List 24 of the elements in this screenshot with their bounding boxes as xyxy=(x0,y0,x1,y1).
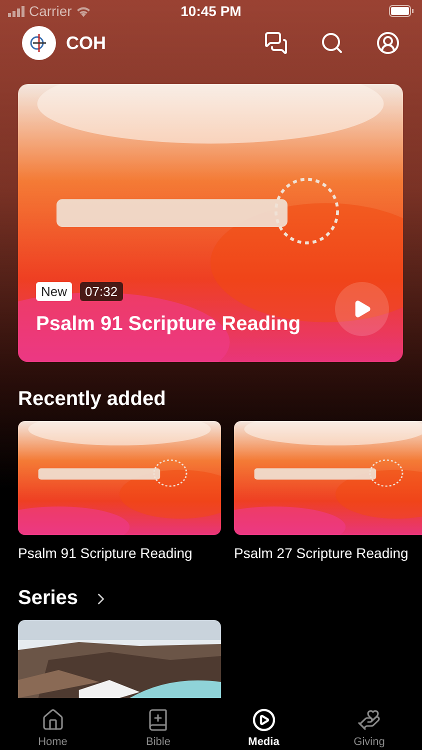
section-title: Series xyxy=(18,587,78,610)
home-icon xyxy=(40,708,65,732)
wifi-icon xyxy=(76,6,91,16)
video-title[interactable]: Psalm 91 Scripture Reading xyxy=(18,545,221,561)
signal-icon xyxy=(8,6,25,16)
video-title[interactable]: Psalm 27 Scripture Reading xyxy=(234,545,422,561)
messages-icon[interactable] xyxy=(264,31,288,55)
tab-item[interactable]: Bible xyxy=(106,700,211,750)
search-icon[interactable] xyxy=(320,31,344,55)
duration-tag: 07:32 xyxy=(80,282,123,301)
video-title: Psalm 91 Scripture Reading xyxy=(36,313,301,336)
tab-item[interactable]: Giving xyxy=(316,700,422,750)
section-title: Recently added xyxy=(18,388,166,411)
tab-item[interactable]: Home xyxy=(0,700,106,750)
clock-time: 10:45 PM xyxy=(180,3,242,19)
profile-icon[interactable] xyxy=(376,31,400,55)
new-tag: New xyxy=(36,282,72,301)
play-circle-icon xyxy=(252,708,276,732)
battery-icon xyxy=(389,5,414,17)
app-logo xyxy=(22,26,56,60)
hand-heart-icon xyxy=(357,708,382,732)
tab-item[interactable]: Media xyxy=(211,700,316,750)
app-name: COH xyxy=(66,32,107,54)
carrier-name: Carrier xyxy=(29,3,72,19)
